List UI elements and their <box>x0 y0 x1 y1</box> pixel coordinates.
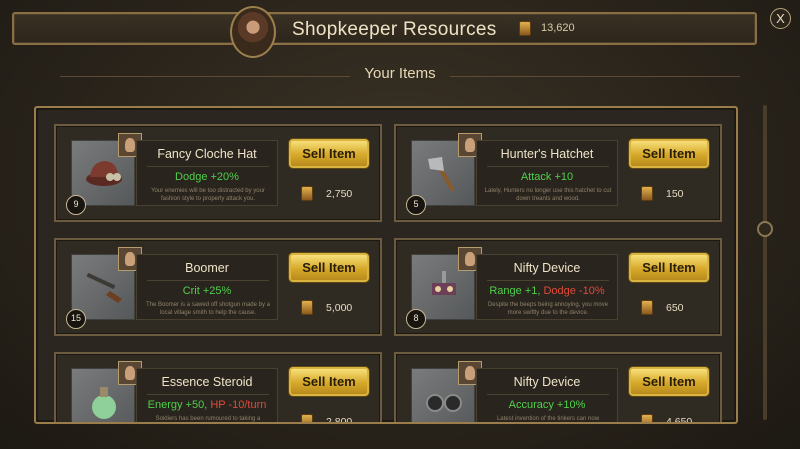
item-info-box: Nifty Device Accuracy +10% Latest invent… <box>476 368 618 422</box>
item-level-badge: 8 <box>406 309 426 329</box>
item-description: Lately, Hunters no longer use this hatch… <box>484 188 612 202</box>
item-stat-positive: Energy +50, <box>147 399 211 411</box>
item-info-box: Essence Steroid Energy +50, HP -10/turn … <box>136 368 278 422</box>
item-info-box: Hunter's Hatchet Attack +10 Lately, Hunt… <box>476 140 618 206</box>
item-stat-positive: Accuracy +10% <box>508 399 586 411</box>
item-info-box: Fancy Cloche Hat Dodge +20% Your enemies… <box>136 140 278 206</box>
item-name: Nifty Device <box>513 261 581 275</box>
item-card: 8 Nifty Device Range +1, Dodge -10% Desp… <box>394 238 722 336</box>
item-name: Fancy Cloche Hat <box>157 147 257 161</box>
item-info-box: Nifty Device Range +1, Dodge -10% Despit… <box>476 254 618 320</box>
item-stat: Accuracy +10% <box>477 399 617 411</box>
item-price: 150 <box>666 188 684 200</box>
item-card: 15 Boomer Crit +25% The Boomer is a sawe… <box>54 238 382 336</box>
item-name: Boomer <box>185 261 229 275</box>
item-card: 5 Hunter's Hatchet Attack +10 Lately, Hu… <box>394 124 722 222</box>
sell-item-button[interactable]: Sell Item <box>289 367 369 396</box>
section-title: Your Items <box>364 65 436 82</box>
item-price: 4,650 <box>666 416 693 424</box>
item-description: Soldiers has been rumoured to taking a <box>155 416 261 422</box>
item-name: Nifty Device <box>513 375 581 389</box>
gold-coin-icon <box>519 21 531 36</box>
item-description: Despite the beeps being annoying, you mo… <box>487 302 609 316</box>
page-title: Shopkeeper Resources <box>292 19 497 40</box>
item-stat-positive: Attack +10 <box>520 171 574 183</box>
item-stat: Energy +50, HP -10/turn <box>137 399 277 411</box>
item-description: The Boomer is a sawed off shotgun made b… <box>146 302 270 316</box>
item-divider <box>147 280 269 281</box>
item-divider <box>487 280 609 281</box>
item-stat-negative: HP -10/turn <box>210 399 267 411</box>
item-stat-positive: Crit +25% <box>182 285 232 297</box>
scrollbar-track[interactable] <box>763 105 767 420</box>
item-divider <box>147 394 269 395</box>
gold-coin-icon <box>301 186 313 201</box>
scrollbar-thumb[interactable] <box>757 221 773 237</box>
close-button[interactable]: X <box>770 8 791 29</box>
item-stat-positive: Range +1, <box>489 285 544 297</box>
items-panel: 9 Fancy Cloche Hat Dodge +20% Your enemi… <box>34 106 738 424</box>
item-info-box: Boomer Crit +25% The Boomer is a sawed o… <box>136 254 278 320</box>
item-stat: Range +1, Dodge -10% <box>477 285 617 297</box>
item-card: 9 Fancy Cloche Hat Dodge +20% Your enemi… <box>54 124 382 222</box>
sell-item-button[interactable]: Sell Item <box>289 253 369 282</box>
item-divider <box>487 394 609 395</box>
shopkeeper-portrait-icon[interactable] <box>230 6 276 58</box>
item-stat: Attack +10 <box>477 171 617 183</box>
item-stat-positive: Dodge +20% <box>175 171 239 183</box>
item-stat-negative: Dodge -10% <box>543 285 605 297</box>
item-description: Your enemies will be too distracted by y… <box>151 188 265 202</box>
item-divider <box>487 166 609 167</box>
gold-coin-icon <box>641 300 653 315</box>
item-price: 650 <box>666 302 684 314</box>
item-description: Latest invention of the tinkers can now <box>496 416 600 422</box>
gold-coin-icon <box>301 414 313 422</box>
item-divider <box>147 166 269 167</box>
item-level-badge: 15 <box>66 309 86 329</box>
sell-item-button[interactable]: Sell Item <box>289 139 369 168</box>
gold-coin-icon <box>641 186 653 201</box>
item-card: Essence Steroid Energy +50, HP -10/turn … <box>54 352 382 424</box>
item-name: Essence Steroid <box>161 375 253 389</box>
item-name: Hunter's Hatchet <box>500 147 594 161</box>
item-stat: Dodge +20% <box>137 171 277 183</box>
item-price: 2,800 <box>326 416 353 424</box>
item-card: Nifty Device Accuracy +10% Latest invent… <box>394 352 722 424</box>
sell-item-button[interactable]: Sell Item <box>629 253 709 282</box>
gold-balance: 13,620 <box>541 22 575 34</box>
sell-item-button[interactable]: Sell Item <box>629 139 709 168</box>
sell-item-button[interactable]: Sell Item <box>629 367 709 396</box>
divider-right <box>450 76 740 77</box>
gold-coin-icon <box>301 300 313 315</box>
gold-coin-icon <box>641 414 653 422</box>
item-level-badge: 9 <box>66 195 86 215</box>
item-price: 5,000 <box>326 302 353 314</box>
item-stat: Crit +25% <box>137 285 277 297</box>
item-price: 2,750 <box>326 188 353 200</box>
item-level-badge: 5 <box>406 195 426 215</box>
